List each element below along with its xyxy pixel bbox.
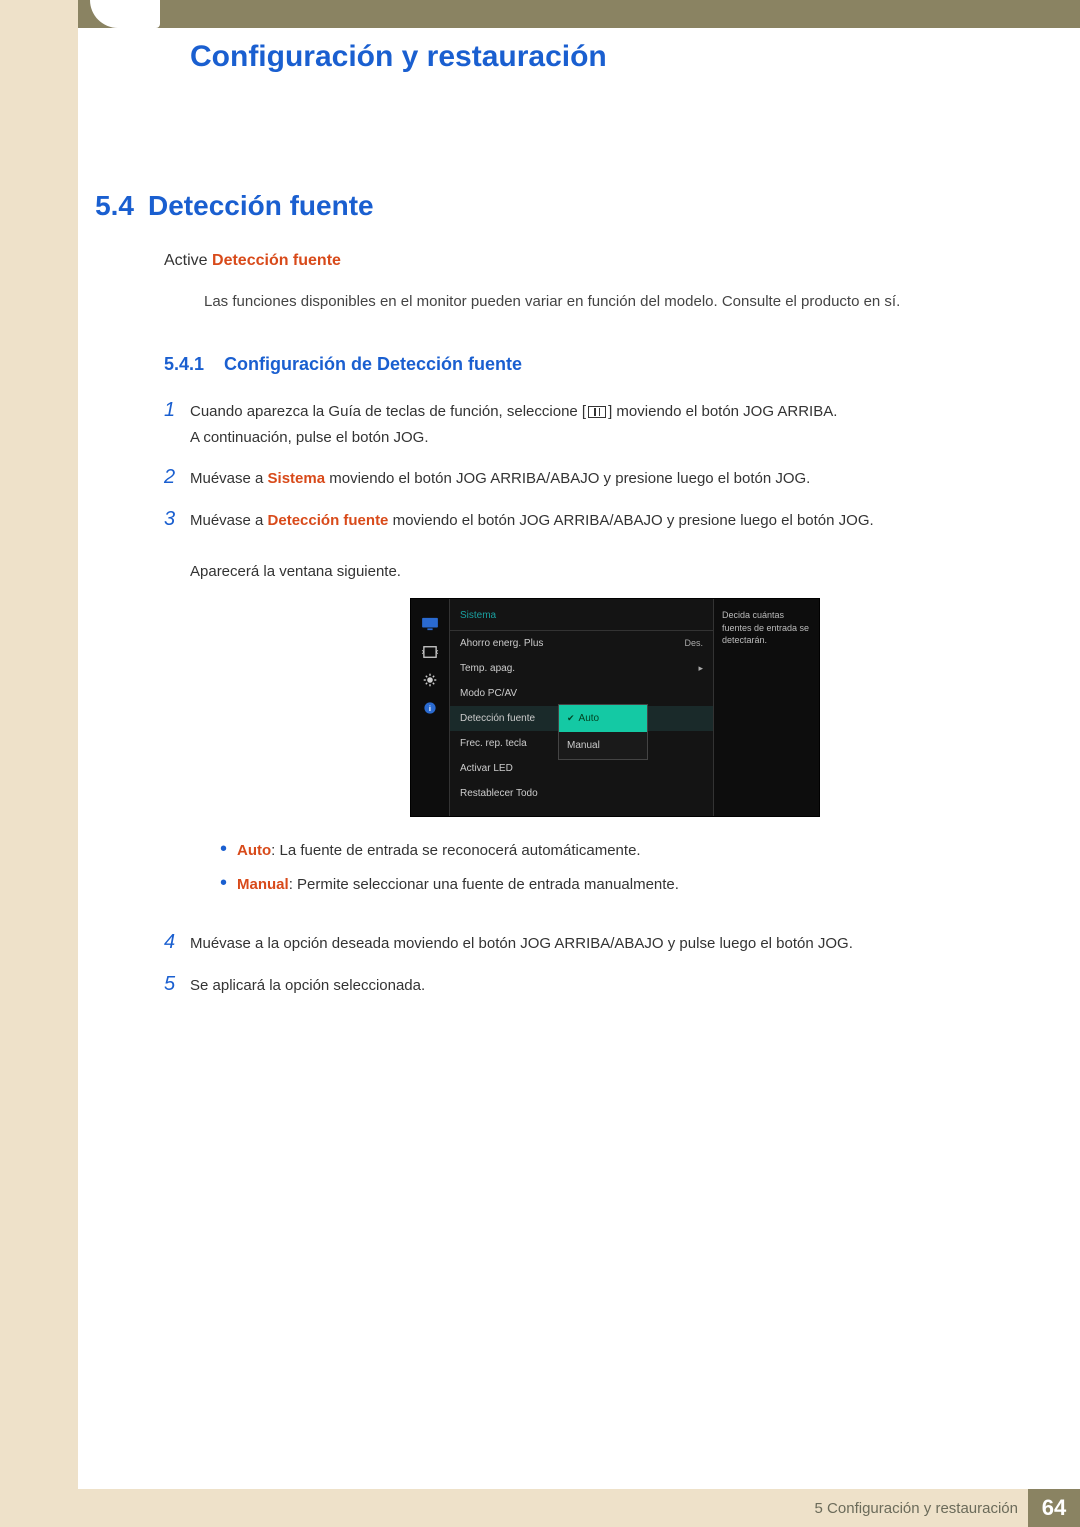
osd-row-label: Restablecer Todo	[460, 785, 538, 802]
osd-row: Modo PC/AV	[450, 681, 713, 706]
bullet-dot-icon: •	[220, 873, 227, 897]
step-text: Muévase a Detección fuente moviendo el b…	[190, 508, 1040, 916]
osd-panel-title: Sistema	[450, 605, 713, 631]
osd-row-label: Ahorro energ. Plus	[460, 635, 543, 652]
step-number: 3	[164, 508, 190, 916]
step-text-part: A continuación, pulse el botón JOG.	[190, 429, 428, 446]
check-icon: ✔	[567, 711, 575, 726]
step-1: 1 Cuando aparezca la Guía de teclas de f…	[164, 399, 1040, 450]
osd-row: Temp. apag. ▸	[450, 656, 713, 681]
step-number: 1	[164, 399, 190, 450]
monitor-icon	[421, 617, 439, 631]
svg-text:i: i	[429, 704, 431, 713]
step-highlight: Sistema	[268, 470, 326, 487]
osd-option-label: Auto	[579, 710, 600, 727]
bullet-highlight: Auto	[237, 842, 271, 859]
step-number: 2	[164, 466, 190, 492]
osd-row-selected: Detección fuente ✔Auto Manual	[450, 706, 713, 731]
top-header-bar	[78, 0, 1080, 28]
left-margin-bar	[0, 0, 78, 1527]
resize-icon	[421, 645, 439, 659]
step-text: Muévase a Sistema moviendo el botón JOG …	[190, 466, 1040, 492]
step-text-part: Cuando aparezca la Guía de teclas de fun…	[190, 403, 586, 420]
bullet-text: : La fuente de entrada se reconocerá aut…	[271, 842, 640, 859]
step-text-part: Aparecerá la ventana siguiente.	[190, 563, 401, 580]
osd-row-label: Frec. rep. tecla	[460, 735, 527, 752]
intro-line: Active Detección fuente	[164, 252, 1040, 270]
bullet-dot-icon: •	[220, 839, 227, 863]
menu-button-icon	[588, 406, 606, 418]
osd-main-panel: Sistema Ahorro energ. Plus Des. Temp. apa…	[449, 599, 714, 816]
page-footer: 5 Configuración y restauración 64	[78, 1489, 1080, 1527]
step-text: Muévase a la opción deseada moviendo el …	[190, 931, 1040, 957]
osd-sidebar: i	[411, 599, 449, 816]
osd-row: Ahorro energ. Plus Des.	[450, 631, 713, 656]
step-4: 4 Muévase a la opción deseada moviendo e…	[164, 931, 1040, 957]
subsection-title: Configuración de Detección fuente	[224, 354, 522, 375]
steps-list: 1 Cuando aparezca la Guía de teclas de f…	[164, 399, 1040, 998]
option-bullets: • Auto: La fuente de entrada se reconoce…	[220, 839, 1040, 897]
page-content: 5.4 Detección fuente Active Detección fu…	[78, 190, 1040, 1014]
step-text-part: moviendo el botón JOG ARRIBA/ABAJO y pre…	[325, 470, 810, 487]
step-number: 5	[164, 973, 190, 999]
step-number: 4	[164, 931, 190, 957]
info-icon: i	[421, 701, 439, 715]
step-text-part: Muévase a	[190, 470, 268, 487]
bullet-text: : Permite seleccionar una fuente de entr…	[289, 876, 679, 893]
osd-row-value: ▸	[698, 661, 703, 676]
footer-chapter-label: 5 Configuración y restauración	[815, 1500, 1018, 1517]
osd-menu-illustration: i Sistema Ahorro energ. Plus Des. Temp. a…	[410, 598, 820, 817]
osd-help-panel: Decida cuántas fuentes de entrada se det…	[714, 599, 819, 816]
section-number: 5.4	[78, 190, 148, 222]
osd-row-label: Modo PC/AV	[460, 685, 517, 702]
subsection-number: 5.4.1	[164, 354, 224, 375]
footer-page-number: 64	[1028, 1489, 1080, 1527]
osd-row-value: Des.	[684, 636, 703, 651]
step-text: Cuando aparezca la Guía de teclas de fun…	[190, 399, 1040, 450]
step-highlight: Detección fuente	[268, 512, 389, 529]
intro-prefix: Active	[164, 252, 212, 269]
section-heading: 5.4 Detección fuente	[78, 190, 1040, 222]
model-note: Las funciones disponibles en el monitor …	[204, 290, 1040, 314]
intro-highlight: Detección fuente	[212, 252, 341, 269]
osd-popup: ✔ Auto Manual	[558, 704, 648, 760]
step-text-part: ] moviendo el botón JOG ARRIBA.	[608, 403, 837, 420]
step-text-part: Muévase a	[190, 512, 268, 529]
step-5: 5 Se aplicará la opción seleccionada.	[164, 973, 1040, 999]
osd-popup-option-active: ✔ Auto	[559, 705, 647, 732]
osd-popup-option: Manual	[559, 732, 647, 759]
section-title: Detección fuente	[148, 190, 374, 222]
osd-option-label: Manual	[567, 737, 600, 754]
bullet-highlight: Manual	[237, 876, 289, 893]
bullet-auto: • Auto: La fuente de entrada se reconoce…	[220, 839, 1040, 863]
osd-row-label: Detección fuente	[460, 710, 535, 727]
step-2: 2 Muévase a Sistema moviendo el botón JO…	[164, 466, 1040, 492]
subsection-heading: 5.4.1 Configuración de Detección fuente	[164, 354, 1040, 375]
step-text-part: moviendo el botón JOG ARRIBA/ABAJO y pre…	[388, 512, 873, 529]
step-text: Se aplicará la opción seleccionada.	[190, 973, 1040, 999]
osd-row: Restablecer Todo	[450, 781, 713, 806]
bullet-manual: • Manual: Permite seleccionar una fuente…	[220, 873, 1040, 897]
osd-row-label: Temp. apag.	[460, 660, 515, 677]
step-3: 3 Muévase a Detección fuente moviendo el…	[164, 508, 1040, 916]
osd-row-label: Activar LED	[460, 760, 513, 777]
chapter-title: Configuración y restauración	[190, 40, 607, 74]
gear-icon	[421, 673, 439, 687]
